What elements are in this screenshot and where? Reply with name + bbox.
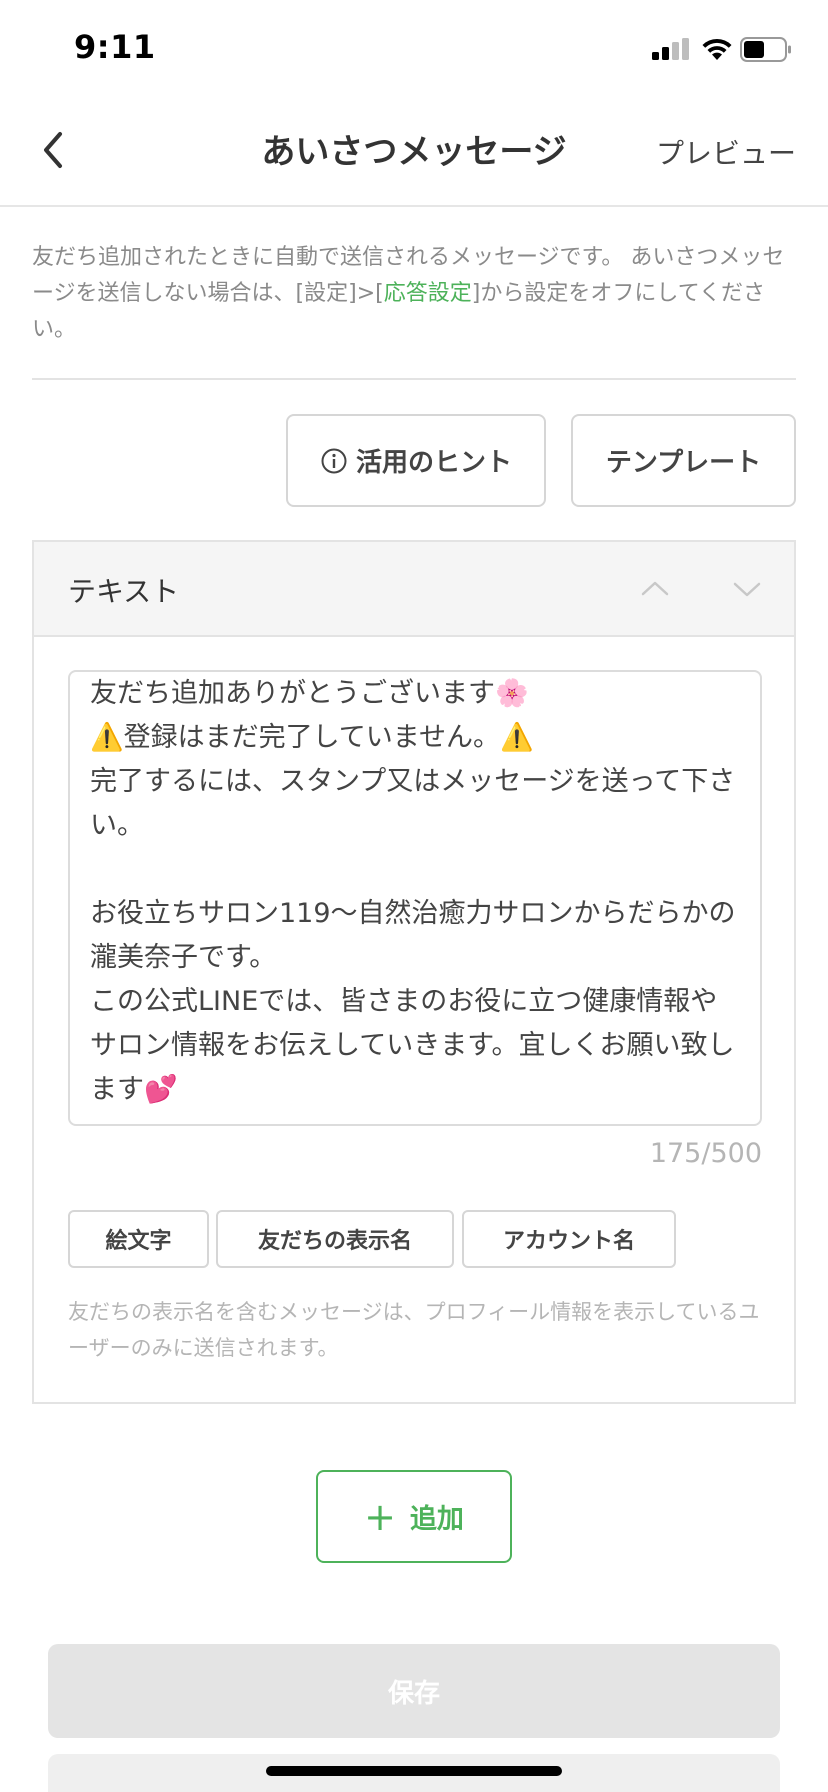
- text-message-card: テキスト 友だち追加ありがとうございます🌸 ⚠️登録はまだ完了していません。⚠️…: [32, 540, 796, 1404]
- move-down-chevron-icon[interactable]: [722, 564, 772, 614]
- template-button[interactable]: テンプレート: [571, 414, 796, 507]
- friend-display-name-button[interactable]: 友だちの表示名: [216, 1210, 454, 1268]
- display-name-note: 友だちの表示名を含むメッセージは、プロフィール情報を表示しているユーザーのみに送…: [68, 1300, 760, 1360]
- move-up-chevron-icon[interactable]: [630, 564, 680, 614]
- save-button[interactable]: 保存: [48, 1644, 780, 1738]
- plus-icon: +: [364, 1494, 396, 1539]
- emoji-button[interactable]: 絵文字: [68, 1210, 209, 1268]
- response-settings-link[interactable]: 応答設定: [384, 281, 472, 306]
- usage-hint-label: 活用のヒント: [355, 448, 512, 478]
- usage-hint-button[interactable]: 活用のヒント: [286, 414, 546, 507]
- message-textarea[interactable]: 友だち追加ありがとうございます🌸 ⚠️登録はまだ完了していません。⚠️ 完了する…: [68, 670, 762, 1126]
- account-name-label: アカウント名: [502, 1229, 635, 1254]
- account-name-button[interactable]: アカウント名: [462, 1210, 676, 1268]
- character-counter: 175/500: [649, 1138, 762, 1169]
- friend-display-name-label: 友だちの表示名: [257, 1229, 412, 1254]
- battery-icon: [740, 37, 791, 62]
- template-label: テンプレート: [605, 448, 762, 478]
- home-indicator: [266, 1766, 562, 1776]
- status-time: 9:11: [74, 28, 156, 66]
- status-bar: 9:11: [0, 0, 828, 100]
- card-header: テキスト: [34, 542, 794, 637]
- add-button[interactable]: + 追加: [316, 1470, 512, 1563]
- add-button-label: 追加: [409, 1504, 464, 1535]
- divider: [32, 378, 796, 380]
- message-text: 友だち追加ありがとうございます🌸 ⚠️登録はまだ完了していません。⚠️ 完了する…: [90, 678, 736, 1105]
- info-icon: [321, 448, 347, 473]
- navigation-bar: あいさつメッセージ プレビュー: [0, 100, 828, 207]
- cellular-signal-icon: [652, 38, 690, 60]
- save-button-label: 保存: [387, 1678, 440, 1709]
- preview-link[interactable]: プレビュー: [656, 132, 796, 172]
- description-text: 友だち追加されたときに自動で送信されるメッセージです。 あいさつメッセージを送信…: [32, 240, 792, 348]
- emoji-button-label: 絵文字: [105, 1229, 172, 1254]
- wifi-icon: [702, 38, 732, 60]
- card-title: テキスト: [68, 575, 180, 608]
